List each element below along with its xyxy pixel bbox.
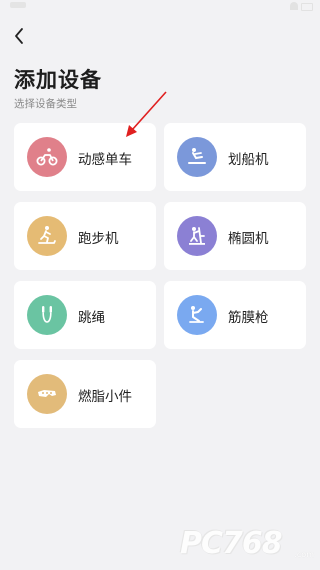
jump-rope-icon-badge [27, 295, 67, 335]
spin-bike-icon [36, 148, 58, 166]
spin-bike-icon-badge [27, 137, 67, 177]
device-card-rowing-machine[interactable]: 划船机 [164, 123, 306, 191]
device-card-fitness-gear[interactable]: 燃脂小件 [14, 360, 156, 428]
elliptical-icon [189, 227, 205, 245]
device-label: 划船机 [228, 152, 269, 168]
fitness-gear-icon [38, 390, 56, 397]
watermark-logo: PC768 .com [180, 526, 316, 564]
rowing-machine-icon [188, 148, 206, 164]
fitness-gear-icon-badge [27, 374, 67, 414]
status-icons [290, 2, 313, 11]
device-label: 椭圆机 [228, 231, 269, 247]
device-card-elliptical[interactable]: 椭圆机 [164, 202, 306, 270]
battery-icon [301, 3, 313, 11]
device-card-jump-rope[interactable]: 跳绳 [14, 281, 156, 349]
status-bar [0, 0, 320, 14]
device-label: 筋膜枪 [228, 310, 269, 326]
chevron-left-icon [15, 28, 23, 44]
device-label: 燃脂小件 [78, 389, 132, 405]
back-button[interactable] [10, 26, 30, 46]
massage-gun-icon-badge [177, 295, 217, 335]
wifi-icon [290, 2, 298, 10]
massage-gun-icon [189, 306, 204, 323]
page-title: 添加设备 [14, 68, 102, 92]
treadmill-icon [38, 226, 56, 244]
device-card-massage-gun[interactable]: 筋膜枪 [164, 281, 306, 349]
annotation-arrow-icon [126, 91, 167, 137]
watermark-text: PC768 [180, 526, 283, 561]
elliptical-icon-badge [177, 216, 217, 256]
device-label: 跑步机 [78, 231, 119, 247]
page-subtitle: 选择设备类型 [14, 98, 77, 110]
device-label: 跳绳 [78, 310, 105, 326]
status-time [10, 2, 26, 8]
treadmill-icon-badge [27, 216, 67, 256]
watermark-domain: .com [294, 550, 314, 559]
device-label: 动感单车 [78, 152, 132, 168]
rowing-machine-icon-badge [177, 137, 217, 177]
device-card-treadmill[interactable]: 跑步机 [14, 202, 156, 270]
jump-rope-icon [42, 306, 52, 323]
